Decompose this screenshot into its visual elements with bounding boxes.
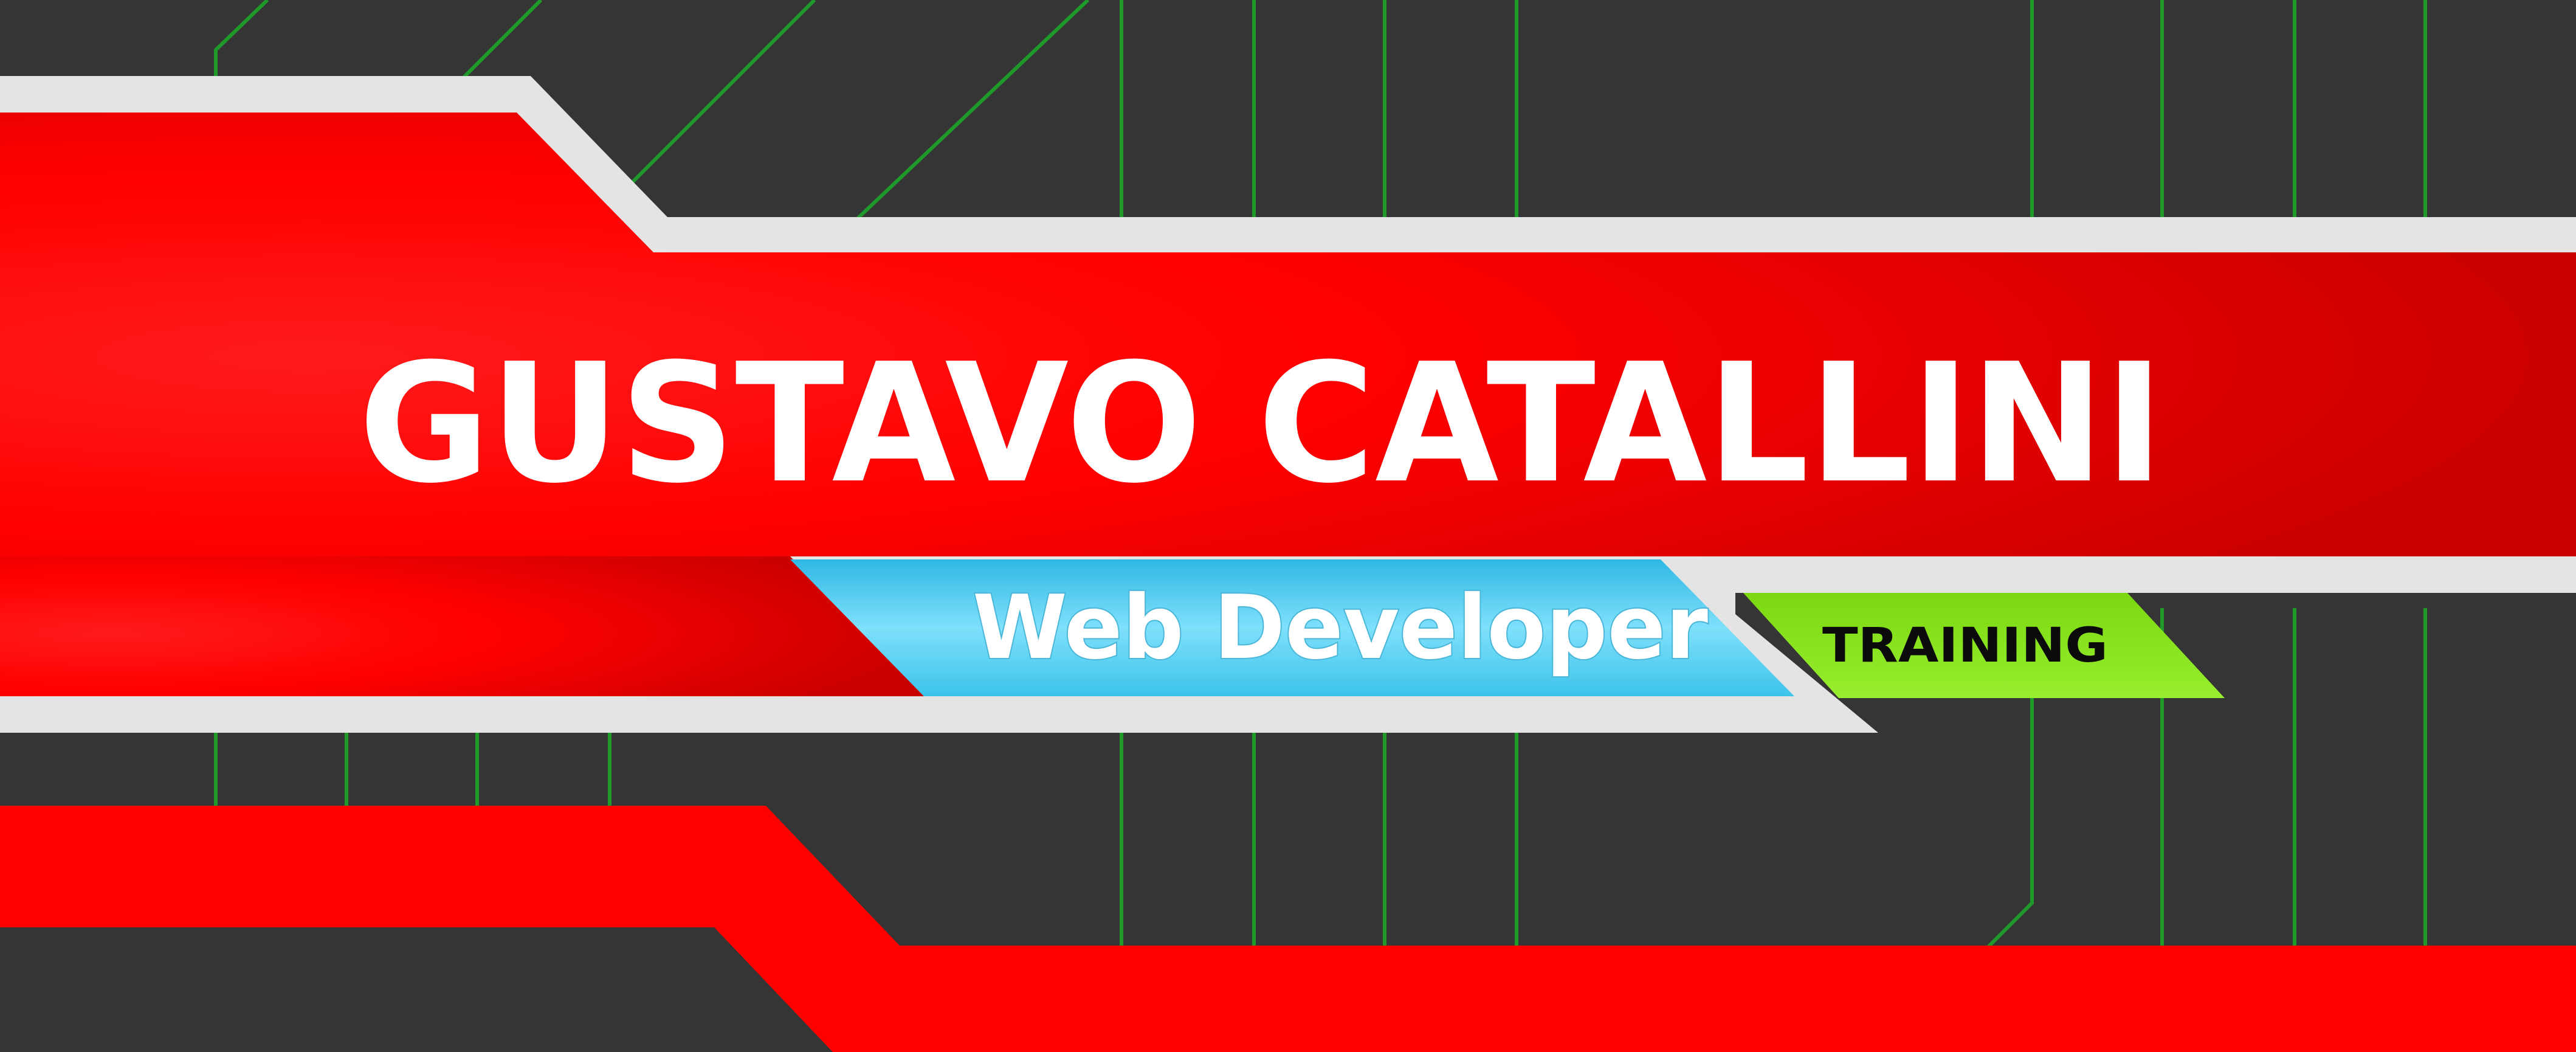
- banner-graphic: GUSTAVO CATALLINI Web Developer TRAINING: [0, 0, 2576, 1052]
- name-title: GUSTAVO CATALLINI: [359, 328, 2164, 519]
- role-subtitle: Web Developer: [973, 576, 1708, 679]
- name-banner-lower: [0, 556, 924, 696]
- badge-label: TRAINING: [1822, 618, 2108, 673]
